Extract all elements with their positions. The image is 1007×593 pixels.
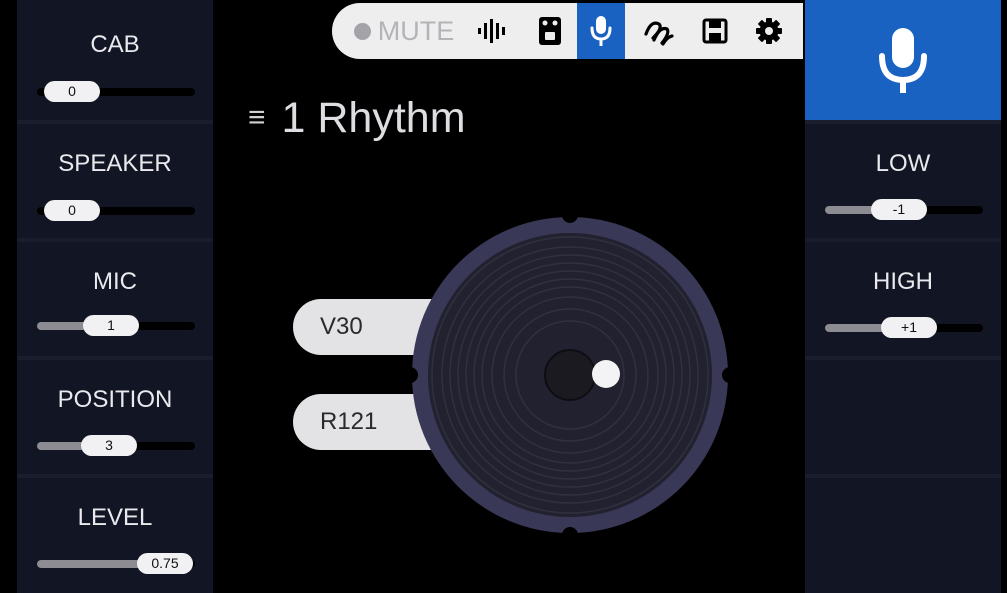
gear-icon [756,18,782,44]
waveform-icon [478,19,505,43]
param-label: LEVEL [77,504,153,531]
preset-title[interactable]: ≡ 1 Rhythm [248,93,466,143]
slider-knob[interactable]: 0 [44,81,100,102]
swirl-icon [644,21,674,46]
save-icon [702,18,728,44]
mic-button[interactable] [577,3,625,59]
mic-tile[interactable] [805,0,1001,120]
param-high[interactable]: HIGH +1 [805,242,1001,356]
low-slider[interactable]: -1 [825,199,983,220]
param-label: LOW [875,150,931,177]
param-position[interactable]: POSITION 3 [17,360,213,474]
param-label: MIC [93,268,137,295]
empty-cell [805,360,1001,474]
record-dot-icon [353,22,371,40]
param-mic[interactable]: MIC 1 [17,242,213,356]
empty-cell [805,478,1001,593]
param-label: SPEAKER [58,150,172,177]
dust-cap [544,349,596,401]
speaker-graphic[interactable] [405,210,735,540]
slider-knob[interactable]: 1 [83,315,139,336]
microphone-icon [590,16,612,46]
level-slider[interactable]: 0.75 [37,553,195,574]
settings-button[interactable] [745,3,793,59]
save-button[interactable] [691,3,739,59]
high-slider[interactable]: +1 [825,317,983,338]
top-toolbar: MUTE [332,3,803,59]
preset-name: 1 Rhythm [281,93,466,142]
mic-position-handle[interactable] [592,360,620,388]
slider-knob[interactable]: +1 [881,317,937,338]
pedal-icon [539,17,561,45]
param-speaker[interactable]: SPEAKER 0 [17,124,213,238]
mic-slider[interactable]: 1 [37,315,195,336]
slider-fill [37,322,87,330]
speaker-option-label: V30 [320,313,363,340]
param-label: HIGH [873,268,933,295]
swirl-button[interactable] [635,3,683,59]
position-slider[interactable]: 3 [37,435,195,456]
microphone-icon [879,28,927,93]
slider-fill [37,442,85,450]
menu-icon[interactable]: ≡ [248,101,266,135]
param-low[interactable]: LOW -1 [805,124,1001,238]
slider-knob[interactable]: -1 [871,199,927,220]
param-level[interactable]: LEVEL 0.75 [17,478,213,593]
speaker-slider[interactable]: 0 [37,200,195,221]
slider-fill [37,560,147,568]
cab-slider[interactable]: 0 [37,81,195,102]
speaker-option-label: R121 [320,408,378,435]
param-label: CAB [90,31,140,58]
right-param-panel: LOW -1 HIGH +1 [805,0,1001,593]
slider-knob[interactable]: 0.75 [137,553,193,574]
param-cab[interactable]: CAB 0 [17,0,213,120]
left-param-panel: CAB 0 SPEAKER 0 MIC 1 POSITION 3 LEVEL 0… [17,0,213,593]
slider-knob[interactable]: 3 [81,435,137,456]
mute-button[interactable]: MUTE [350,3,458,59]
mute-label: MUTE [377,15,455,46]
waveform-button[interactable] [468,3,516,59]
pedal-button[interactable] [526,3,574,59]
slider-knob[interactable]: 0 [44,200,100,221]
param-label: POSITION [57,386,173,413]
